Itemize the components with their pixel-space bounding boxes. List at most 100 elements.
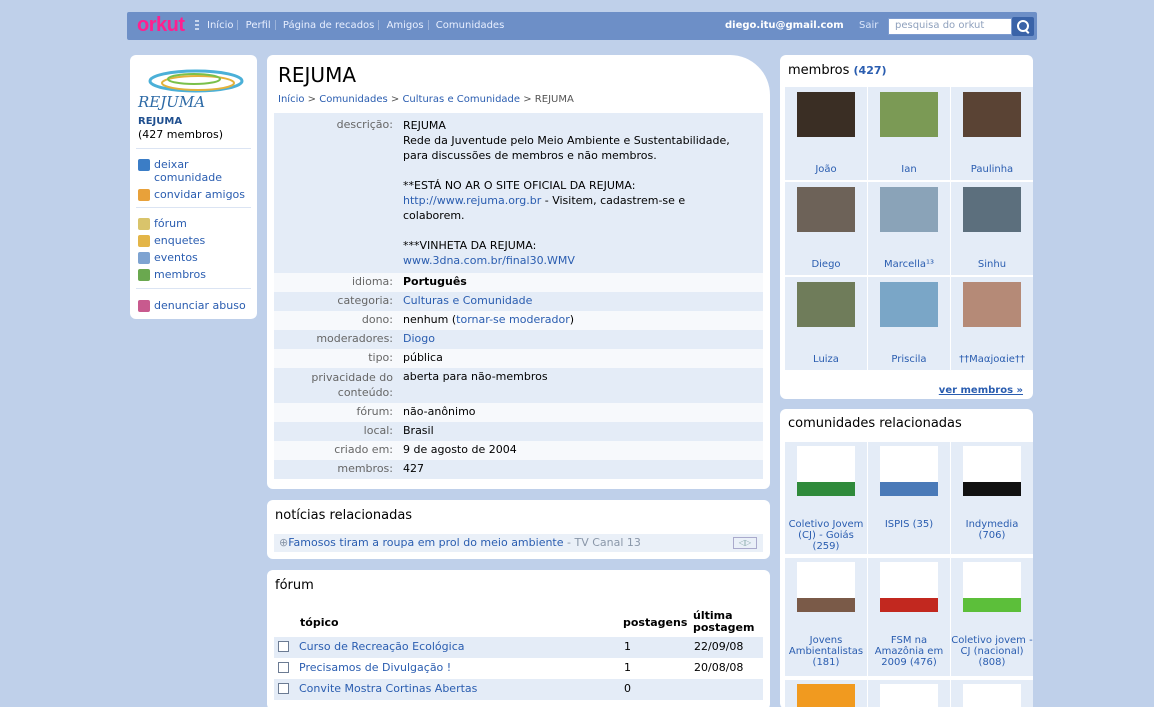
- moderator-link[interactable]: Diogo: [403, 332, 435, 345]
- info-row-forum: fórum: não-anônimo: [274, 403, 763, 422]
- nav-inicio[interactable]: Início: [207, 20, 233, 31]
- member-tile[interactable]: Paulinha: [951, 87, 1033, 180]
- become-moderator-link[interactable]: tornar-se moderador: [456, 313, 570, 326]
- topic-link[interactable]: Precisamos de Divulgação !: [299, 661, 451, 674]
- member-tile[interactable]: Diego: [785, 182, 867, 275]
- orkut-logo[interactable]: orkut: [137, 14, 185, 37]
- logo-lettering: REJUMA: [137, 93, 205, 111]
- avatar[interactable]: [963, 282, 1021, 327]
- avatar[interactable]: [963, 92, 1021, 137]
- breadcrumb-inicio[interactable]: Início: [278, 94, 304, 105]
- members-heading: membros (427): [788, 63, 887, 78]
- nav-recados[interactable]: Página de recados: [283, 20, 375, 31]
- community-image[interactable]: [880, 446, 938, 496]
- divider: [136, 288, 251, 289]
- divider: [136, 207, 251, 208]
- vinheta-link[interactable]: www.3dna.com.br/final30.WMV: [403, 254, 575, 267]
- category-link[interactable]: Culturas e Comunidade: [403, 294, 532, 307]
- info-row-category: categoria: Culturas e Comunidade: [274, 292, 763, 311]
- community-tile[interactable]: [951, 680, 1033, 707]
- community-image[interactable]: [963, 446, 1021, 496]
- site-link[interactable]: http://www.rejuma.org.br: [403, 194, 541, 207]
- info-row-members: membros: 427: [274, 460, 763, 479]
- leave-community-link[interactable]: deixar comunidade: [138, 158, 238, 184]
- nav-comunidades[interactable]: Comunidades: [436, 20, 504, 31]
- community-tile[interactable]: [868, 680, 950, 707]
- member-tile[interactable]: Sinhu: [951, 182, 1033, 275]
- sidebar-item-forum[interactable]: fórum: [138, 217, 187, 230]
- search-input[interactable]: pesquisa do orkut: [888, 18, 1012, 35]
- topic-link[interactable]: Curso de Recreação Ecológica: [299, 640, 465, 653]
- info-row-privacy: privacidade do conteúdo: aberta para não…: [274, 368, 763, 403]
- sidebar-item-members[interactable]: membros: [138, 268, 206, 281]
- member-tile[interactable]: ††Maαjoαie††: [951, 277, 1033, 370]
- avatar[interactable]: [797, 187, 855, 232]
- avatar[interactable]: [797, 282, 855, 327]
- info-row-created: criado em: 9 de agosto de 2004: [274, 441, 763, 460]
- logout-link[interactable]: Sair: [859, 20, 878, 31]
- avatar[interactable]: [880, 92, 938, 137]
- community-tile[interactable]: Indymedia (706): [951, 442, 1033, 554]
- community-image[interactable]: [963, 562, 1021, 612]
- forum-row[interactable]: Precisamos de Divulgação ! 1 20/08/08: [274, 658, 763, 679]
- nav-amigos[interactable]: Amigos: [387, 20, 424, 31]
- info-row-location: local: Brasil: [274, 422, 763, 441]
- topic-checkbox[interactable]: [278, 683, 289, 694]
- plus-icon: ⊕: [279, 536, 289, 549]
- leave-community-label: deixar comunidade: [154, 158, 222, 184]
- avatar[interactable]: [797, 92, 855, 137]
- member-tile[interactable]: Luiza: [785, 277, 867, 370]
- community-info-card: REJUMA Início > Comunidades > Culturas e…: [267, 55, 770, 489]
- report-abuse-link[interactable]: denunciar abuso: [138, 299, 246, 312]
- forum-row[interactable]: Convite Mostra Cortinas Abertas 0: [274, 679, 763, 700]
- member-tile[interactable]: Priscila: [868, 277, 950, 370]
- nav-perfil[interactable]: Perfil: [246, 20, 271, 31]
- avatar[interactable]: [880, 282, 938, 327]
- related-communities-card: comunidades relacionadas Coletivo Jovem …: [780, 409, 1033, 707]
- top-bar: orkut Início Perfil Página de recados Am…: [0, 0, 1154, 48]
- community-tile[interactable]: Coletivo Jovem (CJ) - Goiás (259): [785, 442, 867, 554]
- avatar[interactable]: [880, 187, 938, 232]
- forum-card: fórum tópico postagens última postagem C…: [267, 570, 770, 707]
- community-image[interactable]: [797, 446, 855, 496]
- calendar-icon: [138, 252, 150, 264]
- community-tile[interactable]: Coletivo jovem - CJ (nacional) (808): [951, 558, 1033, 676]
- member-tile[interactable]: Ian: [868, 87, 950, 180]
- members-card: membros (427) João Ian Paulinha Diego Ma…: [780, 55, 1033, 399]
- topic-checkbox[interactable]: [278, 662, 289, 673]
- member-tile[interactable]: João: [785, 87, 867, 180]
- search-icon[interactable]: [1012, 17, 1034, 36]
- forum-heading: fórum: [275, 578, 314, 593]
- sidebar-item-events[interactable]: eventos: [138, 251, 198, 264]
- invite-friends-label: convidar amigos: [154, 188, 246, 201]
- page-title: REJUMA: [278, 63, 357, 87]
- community-image[interactable]: [963, 684, 1021, 707]
- breadcrumb-comunidades[interactable]: Comunidades: [319, 94, 387, 105]
- breadcrumb-category[interactable]: Culturas e Comunidade: [402, 94, 520, 105]
- topic-checkbox[interactable]: [278, 641, 289, 652]
- community-name[interactable]: REJUMA: [138, 116, 182, 127]
- topic-link[interactable]: Convite Mostra Cortinas Abertas: [299, 682, 477, 695]
- sidebar-item-polls[interactable]: enquetes: [138, 234, 205, 247]
- news-item[interactable]: ⊕Famosos tiram a roupa em prol do meio a…: [274, 534, 763, 552]
- community-image[interactable]: [797, 684, 855, 707]
- community-tile[interactable]: ISPIS (35): [868, 442, 950, 554]
- member-count: (427 membros): [138, 128, 223, 141]
- community-tile[interactable]: FSM na Amazônia em 2009 (476): [868, 558, 950, 676]
- forum-icon: [138, 218, 150, 230]
- see-all-members-link[interactable]: ver membros »: [939, 385, 1023, 396]
- community-tile[interactable]: Jovens Ambientalistas (181): [785, 558, 867, 676]
- related-news-card: notícias relacionadas ⊕Famosos tiram a r…: [267, 500, 770, 559]
- community-image[interactable]: [880, 562, 938, 612]
- info-row-owner: dono: nenhum (tornar-se moderador): [274, 311, 763, 330]
- community-image[interactable]: [797, 562, 855, 612]
- news-pager-arrows[interactable]: ◁▷: [733, 537, 757, 549]
- community-tile[interactable]: [785, 680, 867, 707]
- avatar[interactable]: [963, 187, 1021, 232]
- invite-friends-link[interactable]: convidar amigos: [138, 188, 245, 201]
- community-image[interactable]: [880, 684, 938, 707]
- user-email: diego.itu@gmail.com: [725, 20, 844, 31]
- forum-row[interactable]: Curso de Recreação Ecológica 1 22/09/08: [274, 637, 763, 658]
- member-tile[interactable]: Marcella¹³: [868, 182, 950, 275]
- info-row-moderators: moderadores: Diogo: [274, 330, 763, 349]
